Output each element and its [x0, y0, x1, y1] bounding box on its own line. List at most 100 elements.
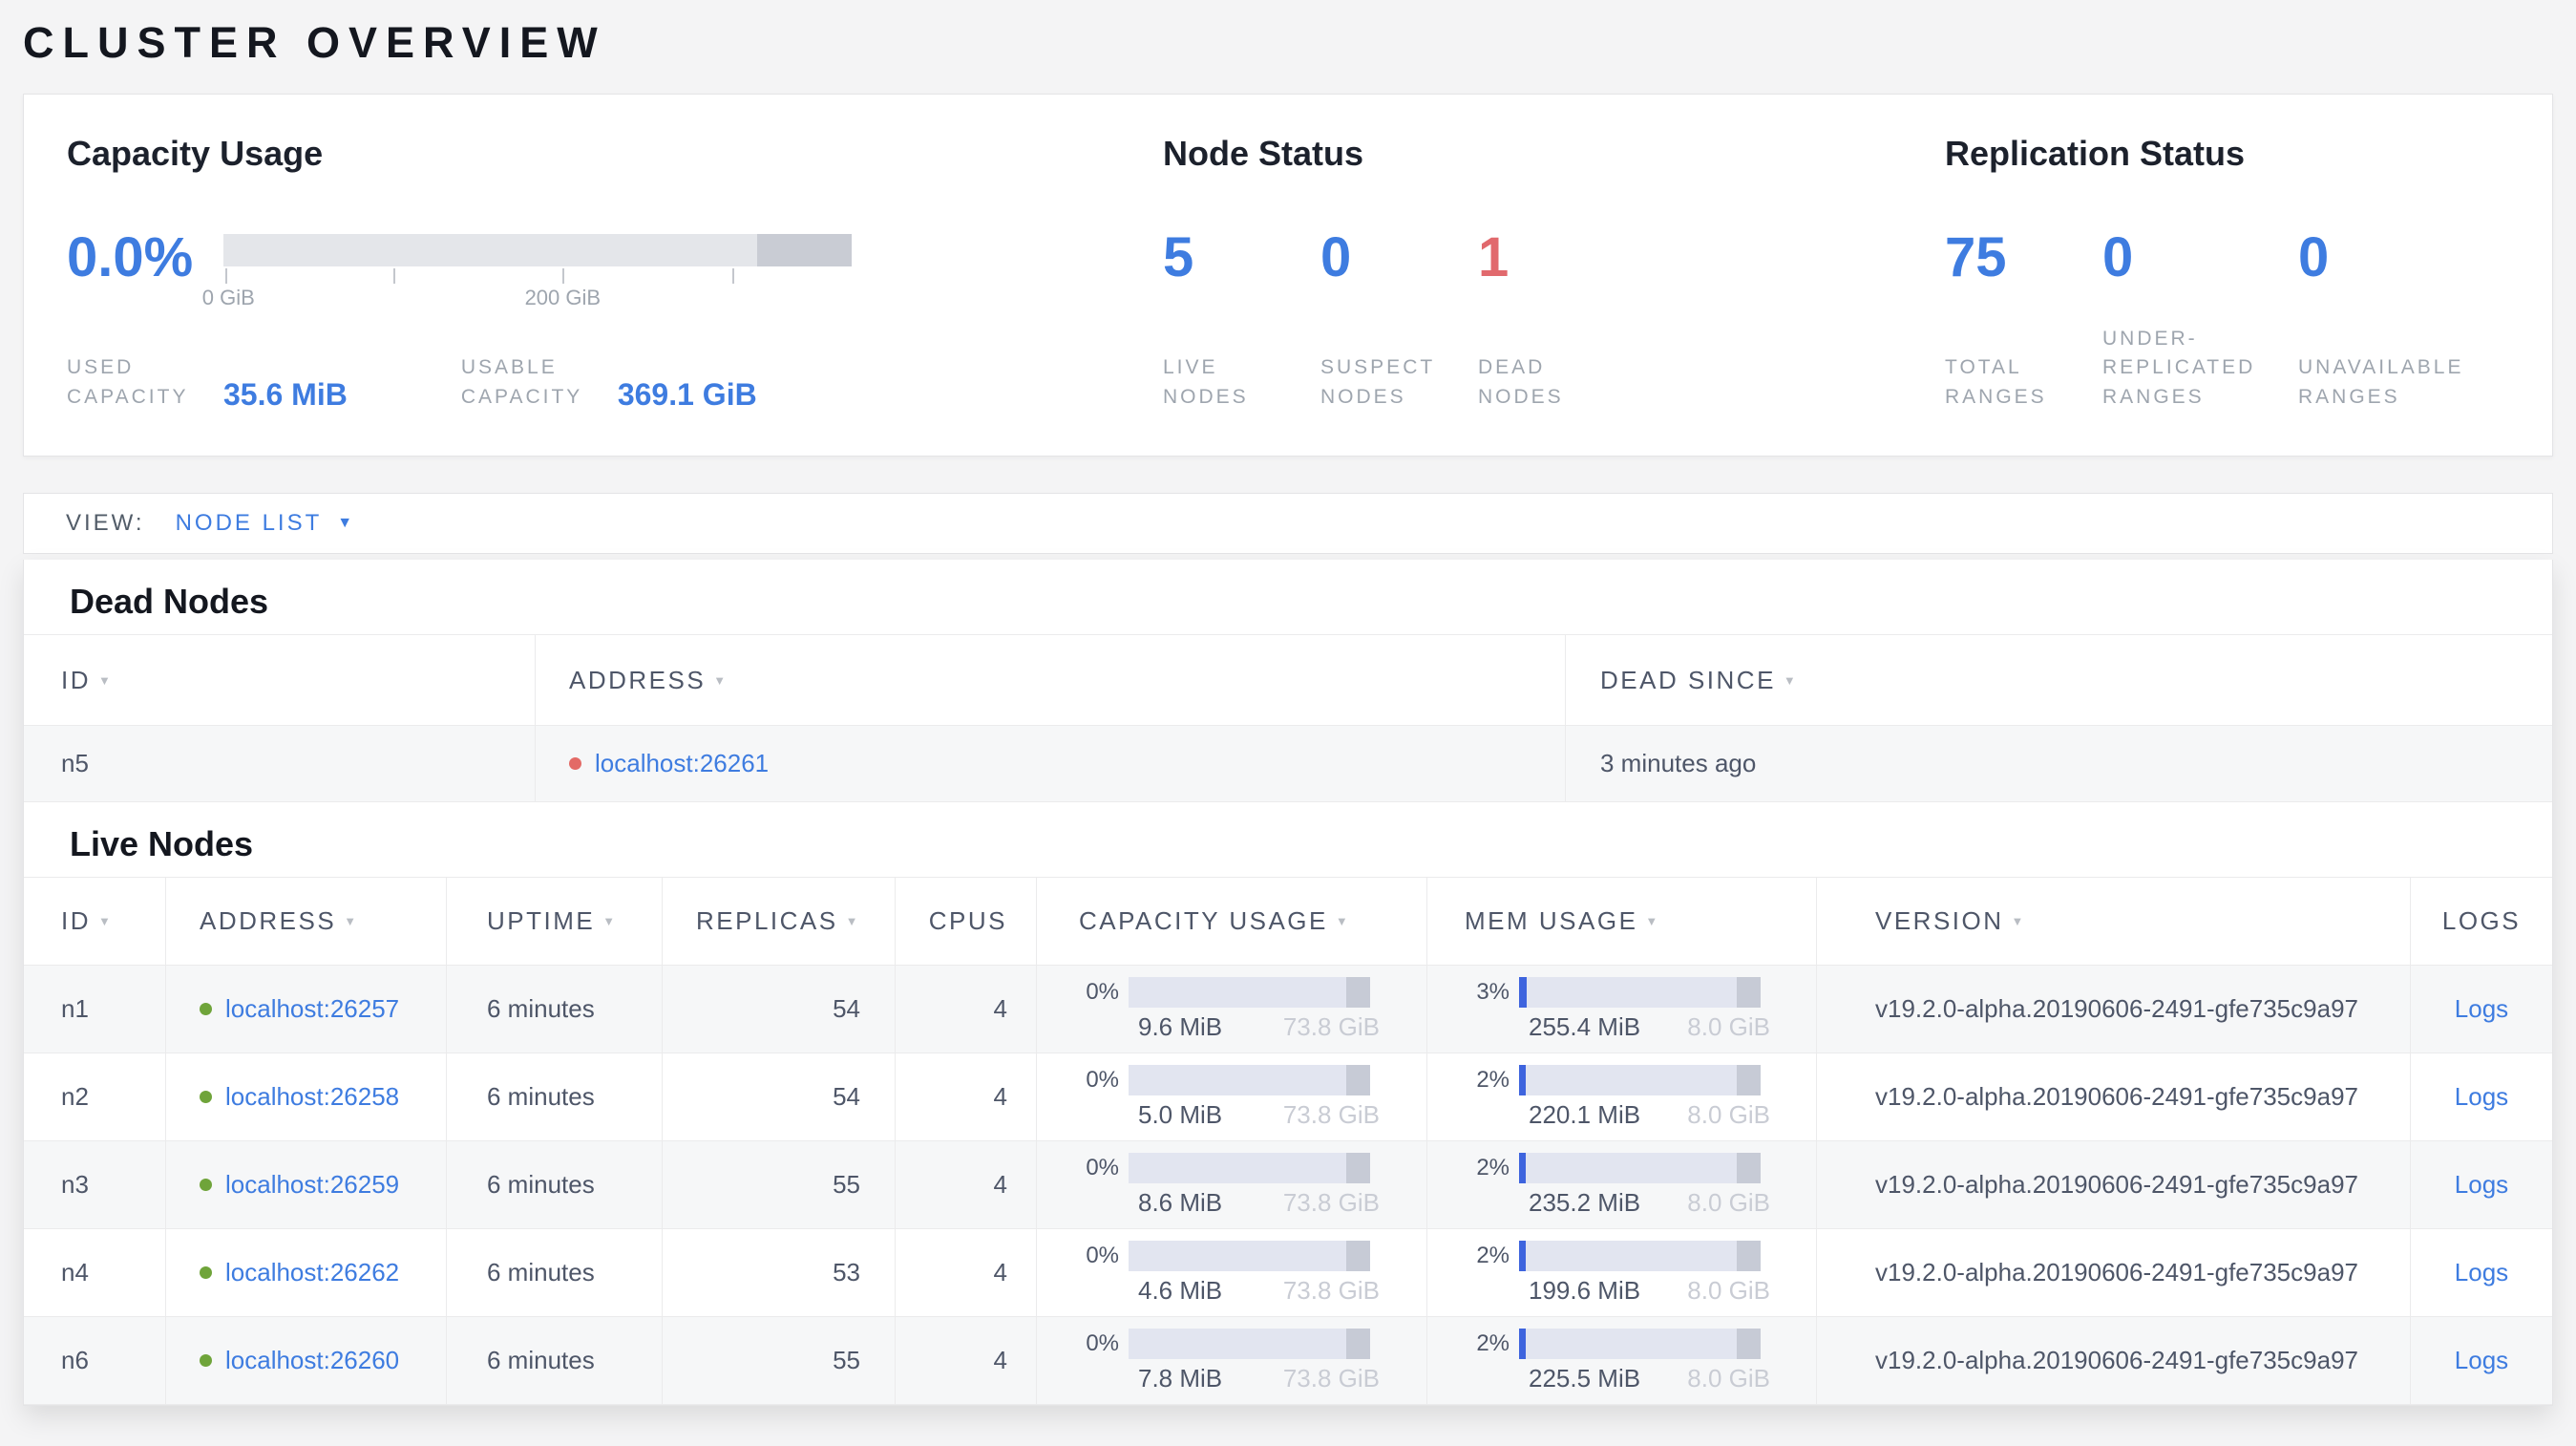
mem-total-value: 8.0 GiB: [1687, 1099, 1770, 1129]
logs-link[interactable]: Logs: [2455, 994, 2508, 1024]
page-title: CLUSTER OVERVIEW: [23, 18, 606, 67]
column-header-uptime[interactable]: UPTIME ▼: [446, 878, 662, 965]
mem-bar-endcap: [1736, 1328, 1761, 1359]
node-address-link[interactable]: localhost:26262: [225, 1258, 399, 1287]
capacity-bar-endcap: [1345, 1328, 1370, 1359]
logs-link[interactable]: Logs: [2455, 1082, 2508, 1112]
capacity-percent: 0%: [1086, 978, 1119, 1005]
logs-cell: Logs: [2410, 1317, 2552, 1404]
mem-usage-cell: 2% 199.6 MiB 8.0 GiB: [1426, 1229, 1816, 1316]
node-id-cell: n1: [61, 994, 89, 1023]
live-nodes-stat: 5 LIVE NODES: [1163, 230, 1306, 456]
axis-tick: [731, 268, 734, 284]
uptime-cell: 6 minutes: [446, 1229, 662, 1316]
logs-cell: Logs: [2410, 1141, 2552, 1228]
unavailable-ranges-label: UNAVAILABLE RANGES: [2298, 356, 2464, 408]
dead-nodes-heading: Dead Nodes: [70, 582, 269, 621]
node-id-cell: n3: [61, 1170, 89, 1199]
column-header-replicas[interactable]: REPLICAS ▼: [662, 878, 895, 965]
column-header-dead-since[interactable]: DEAD SINCE ▼: [1565, 635, 2552, 725]
uptime-cell: 6 minutes: [446, 1317, 662, 1404]
dead-nodes-table: ID ▼ ADDRESS ▼ DEAD SINCE ▼ n5 localhost:26…: [24, 634, 2552, 802]
capacity-usage-cell: 0% 8.6 MiB 73.8 GiB: [1036, 1141, 1426, 1228]
capacity-total-value: 73.8 GiB: [1282, 1275, 1380, 1305]
node-status-section: Node Status 5 LIVE NODES 0 SUSPECT NODES…: [1163, 95, 1945, 456]
dead-table-header: ID ▼ ADDRESS ▼ DEAD SINCE ▼: [24, 634, 2552, 726]
mem-total-value: 8.0 GiB: [1687, 1187, 1770, 1217]
mem-bar: [1519, 1240, 1761, 1271]
capacity-bar: [1129, 1328, 1370, 1359]
capacity-usage-cell: 0% 7.8 MiB 73.8 GiB: [1036, 1317, 1426, 1404]
view-label: VIEW:: [66, 510, 145, 536]
sort-icon: ▼: [713, 672, 728, 688]
capacity-axis-ticks: [223, 266, 852, 286]
node-address-link[interactable]: localhost:26258: [225, 1082, 399, 1112]
node-address-link[interactable]: localhost:26259: [225, 1170, 399, 1200]
capacity-usage: 0% 5.0 MiB 73.8 GiB: [1037, 1064, 1380, 1130]
column-header-mem-usage[interactable]: MEM USAGE ▼: [1426, 878, 1816, 965]
view-selector[interactable]: NODE LIST ▼: [176, 510, 353, 537]
column-header-address[interactable]: ADDRESS ▼: [165, 878, 446, 965]
capacity-usage-title: Capacity Usage: [67, 134, 324, 173]
sort-icon: ▼: [2011, 914, 2026, 928]
logs-link[interactable]: Logs: [2455, 1170, 2508, 1200]
column-header-id[interactable]: ID ▼: [24, 635, 535, 725]
capacity-used-value: 8.6 MiB: [1138, 1187, 1223, 1217]
unavailable-ranges-stat: 0 UNAVAILABLE RANGES: [2298, 230, 2508, 456]
node-address-cell: localhost:26262: [165, 1229, 446, 1316]
node-address-link[interactable]: localhost:26257: [225, 994, 399, 1024]
capacity-total-value: 73.8 GiB: [1282, 1187, 1380, 1217]
under-replicated-count: 0: [2102, 226, 2134, 288]
mem-bar-fill: [1519, 1152, 1526, 1183]
cluster-overview-page: CLUSTER OVERVIEW Capacity Usage 0.0% 0 G…: [0, 0, 2576, 1406]
capacity-used-value: 9.6 MiB: [1138, 1011, 1223, 1041]
sort-icon: ▼: [1335, 914, 1351, 928]
column-header-version[interactable]: VERSION ▼: [1816, 878, 2410, 965]
axis-tick: [392, 268, 395, 284]
replicas-cell: 54: [662, 1053, 895, 1140]
node-address-cell: localhost:26259: [165, 1141, 446, 1228]
version-cell: v19.2.0-alpha.20190606-2491-gfe735c9a97: [1816, 1229, 2410, 1316]
sort-icon: ▼: [1783, 672, 1799, 688]
column-header-logs: LOGS: [2410, 878, 2552, 965]
replicas-cell: 55: [662, 1317, 895, 1404]
capacity-axis-labels: 0 GiB 200 GiB: [202, 286, 852, 310]
node-id-cell: n4: [61, 1258, 89, 1287]
node-status-stats: 5 LIVE NODES 0 SUSPECT NODES 1 DEAD NODE…: [1163, 230, 1945, 456]
cpus-cell: 4: [895, 1053, 1036, 1140]
mem-total-value: 8.0 GiB: [1687, 1275, 1770, 1305]
column-header-address[interactable]: ADDRESS ▼: [535, 635, 1565, 725]
cpus-cell: 4: [895, 1141, 1036, 1228]
capacity-usage: 0% 4.6 MiB 73.8 GiB: [1037, 1240, 1380, 1306]
cpus-cell: 4: [895, 1317, 1036, 1404]
node-status-title: Node Status: [1163, 134, 1364, 173]
logs-link[interactable]: Logs: [2455, 1346, 2508, 1375]
dead-since-cell: 3 minutes ago: [1565, 726, 2552, 801]
capacity-bar: [1129, 976, 1370, 1008]
capacity-usage: 0% 7.8 MiB 73.8 GiB: [1037, 1328, 1380, 1393]
used-capacity-stat: USED CAPACITY 35.6 MiB: [67, 353, 348, 412]
total-ranges-stat: 75 TOTAL RANGES: [1945, 230, 2088, 456]
node-address-link[interactable]: localhost:26260: [225, 1346, 399, 1375]
mem-used-value: 220.1 MiB: [1529, 1099, 1641, 1129]
live-nodes-label: LIVE NODES: [1163, 356, 1249, 408]
capacity-percent: 0%: [1086, 1329, 1119, 1356]
mem-bar: [1519, 976, 1761, 1008]
used-capacity-value: 35.6 MiB: [223, 377, 348, 413]
capacity-bar-endcap: [1345, 1152, 1370, 1183]
node-address-link[interactable]: localhost:26261: [595, 749, 769, 778]
node-id-cell: n6: [61, 1346, 89, 1374]
live-dot-icon: [200, 1266, 212, 1279]
replication-status-title: Replication Status: [1945, 134, 2246, 173]
uptime-cell: 6 minutes: [446, 966, 662, 1053]
capacity-total-value: 73.8 GiB: [1282, 1099, 1380, 1129]
capacity-usage-section: Capacity Usage 0.0% 0 GiB 200 GiB USED C…: [67, 95, 1163, 456]
capacity-bar: [1129, 1240, 1370, 1271]
mem-bar-endcap: [1736, 1240, 1761, 1271]
column-header-capacity-usage[interactable]: CAPACITY USAGE ▼: [1036, 878, 1426, 965]
capacity-usage-chart: 0.0% 0 GiB 200 GiB: [67, 230, 1163, 310]
live-table-header: ID ▼ ADDRESS ▼ UPTIME ▼ REPLICAS ▼ CPUS CAPA…: [24, 877, 2552, 966]
column-header-id[interactable]: ID ▼: [24, 878, 165, 965]
logs-cell: Logs: [2410, 966, 2552, 1053]
logs-link[interactable]: Logs: [2455, 1258, 2508, 1287]
